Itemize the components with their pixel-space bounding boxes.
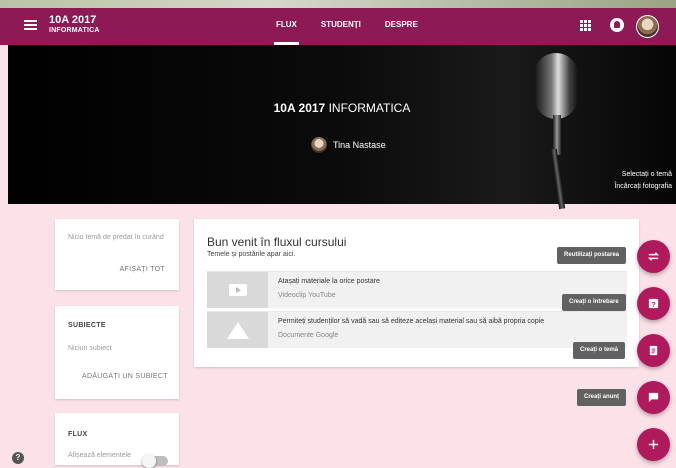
plus-icon <box>648 439 659 450</box>
tip-subtitle: Videoclip YouTube <box>278 292 336 299</box>
banner-class-name: 10A 2017 <box>273 101 326 115</box>
upload-photo-link[interactable]: Încărcați fotografia <box>614 183 672 190</box>
upcoming-card: Nicio temă de predat în curând AFIȘAȚI T… <box>55 219 179 290</box>
tip-subtitle: Documente Google <box>278 332 339 339</box>
topics-card: SUBIECTE Niciun subiect ADĂUGAȚI UN SUBI… <box>55 306 179 399</box>
tip-title: Atașați materiale la orice postare <box>278 278 380 285</box>
tab-students[interactable]: STUDENȚI <box>309 8 373 45</box>
app-bar: 10A 2017 INFORMATICA FLUX STUDENȚI DESPR… <box>0 8 676 45</box>
browser-top-strip <box>0 0 676 8</box>
menu-icon[interactable] <box>24 20 37 30</box>
create-announcement-label: Creați anunț <box>577 389 627 406</box>
reuse-post-button[interactable] <box>637 240 670 273</box>
class-title[interactable]: 10A 2017 INFORMATICA <box>49 14 100 35</box>
add-topic-link[interactable]: ADĂUGAȚI UN SUBIECT <box>82 373 168 380</box>
class-title-main: 10A 2017 <box>49 14 97 26</box>
create-question-button[interactable]: ? <box>637 287 670 320</box>
user-avatar[interactable] <box>636 15 659 38</box>
create-question-label: Creați o întrebare <box>562 294 626 311</box>
apps-grid-icon[interactable] <box>580 20 591 31</box>
tip-title: Permiteți studenților să vadă sau să edi… <box>278 318 545 325</box>
create-assignment-label: Creați o temă <box>573 342 626 359</box>
question-icon: ? <box>648 298 659 309</box>
add-button[interactable] <box>637 428 670 461</box>
view-all-link[interactable]: AFIȘAȚI TOT <box>120 266 165 273</box>
share-docs-tip: Permiteți studenților să vadă sau să edi… <box>207 311 627 348</box>
teacher-name: Tina Nastase <box>333 140 386 150</box>
microphone-stand-image <box>550 148 566 210</box>
show-items-label: Afișează elementele <box>68 452 132 459</box>
notifications-icon[interactable] <box>610 18 624 32</box>
create-assignment-button[interactable] <box>637 334 670 367</box>
create-announcement-button[interactable] <box>637 381 670 414</box>
welcome-title: Bun venit în fluxul cursului <box>207 235 347 249</box>
topics-empty-text: Niciun subiect <box>68 345 112 352</box>
topics-title: SUBIECTE <box>68 322 106 329</box>
select-theme-link[interactable]: Selectați o temă <box>622 171 672 178</box>
reuse-post-label: Reutilizați postarea <box>557 247 627 264</box>
tabs: FLUX STUDENȚI DESPRE <box>264 8 430 45</box>
class-title-sub: INFORMATICA <box>49 27 100 34</box>
youtube-icon <box>207 272 268 308</box>
repeat-icon <box>647 252 660 261</box>
class-banner: 10A 2017 INFORMATICA Tina Nastase Select… <box>8 45 676 210</box>
assignment-icon <box>649 345 658 356</box>
upcoming-empty-text: Nicio temă de predat în curând <box>68 234 164 241</box>
svg-text:?: ? <box>651 300 656 309</box>
banner-subject: INFORMATICA <box>328 101 411 115</box>
tab-about[interactable]: DESPRE <box>373 8 430 45</box>
welcome-subtitle: Temele și postările apar aici. <box>207 251 296 258</box>
banner-title: 10A 2017 INFORMATICA <box>8 101 676 115</box>
google-drive-icon <box>207 312 268 348</box>
message-icon <box>648 392 659 403</box>
tab-stream[interactable]: FLUX <box>264 8 309 45</box>
help-icon[interactable]: ? <box>12 452 24 464</box>
teacher: Tina Nastase <box>311 137 386 153</box>
teacher-avatar <box>311 137 327 153</box>
stream-title: FLUX <box>68 431 88 438</box>
